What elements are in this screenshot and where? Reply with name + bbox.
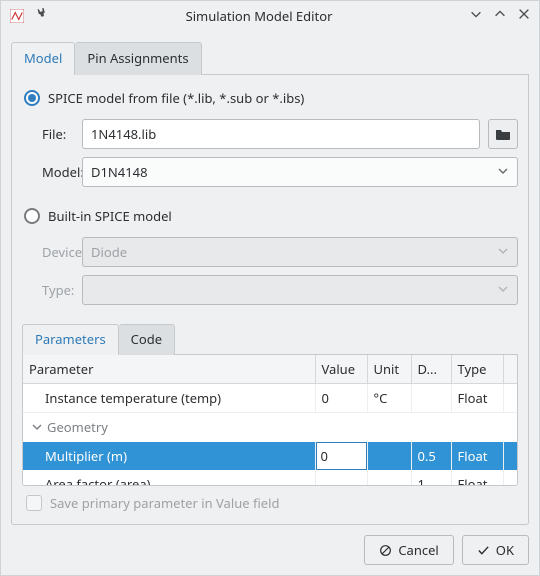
group-label: Geometry <box>47 418 108 436</box>
ok-button-label: OK <box>496 541 514 559</box>
pin-icon[interactable] <box>35 7 49 25</box>
app-icon <box>9 8 25 24</box>
param-name[interactable]: Area factor (area) <box>23 470 315 486</box>
device-combo: Diode <box>82 237 518 267</box>
cancel-icon <box>379 544 392 557</box>
param-unit: °C <box>367 384 411 413</box>
tab-pin-assignments[interactable]: Pin Assignments <box>75 42 201 75</box>
table-group-row[interactable]: Geometry <box>23 413 517 443</box>
col-spacer <box>503 355 517 384</box>
minimize-icon[interactable] <box>469 7 483 25</box>
col-default[interactable]: D... <box>411 355 451 384</box>
model-combo-value: D1N4148 <box>91 163 148 181</box>
file-label: File: <box>22 125 74 143</box>
check-icon <box>477 544 490 557</box>
maximize-icon[interactable] <box>493 7 507 25</box>
cancel-button[interactable]: Cancel <box>364 535 453 565</box>
chevron-down-icon <box>497 163 509 181</box>
model-tab-body: SPICE model from file (*.lib, *.sub or *… <box>11 75 529 525</box>
tab-model[interactable]: Model <box>11 42 75 75</box>
main-tabstrip: Model Pin Assignments <box>11 41 529 75</box>
file-input[interactable] <box>82 119 480 149</box>
type-label: Type: <box>22 281 74 299</box>
model-combo[interactable]: D1N4148 <box>82 157 518 187</box>
table-row[interactable]: Area factor (area) 1Float <box>23 470 517 486</box>
param-unit <box>367 442 411 470</box>
param-value[interactable]: 0 <box>315 384 367 413</box>
param-default <box>411 384 451 413</box>
param-type: Float <box>451 470 503 486</box>
param-type: Float <box>451 442 503 470</box>
radio-builtin-label: Built-in SPICE model <box>48 207 172 225</box>
tab-code[interactable]: Code <box>119 324 175 355</box>
param-default: 0.5 <box>411 442 451 470</box>
device-label: Device: <box>22 243 74 261</box>
param-type: Float <box>451 384 503 413</box>
cell-spacer <box>503 470 517 486</box>
radio-from-file-label: SPICE model from file (*.lib, *.sub or *… <box>48 89 304 107</box>
param-value[interactable] <box>315 470 367 486</box>
table-row[interactable]: Multiplier (m) 0.5Float <box>23 442 517 470</box>
save-primary-row: Save primary parameter in Value field <box>22 486 518 514</box>
browse-file-button[interactable] <box>488 119 518 149</box>
param-name[interactable]: Multiplier (m) <box>23 442 315 470</box>
type-combo <box>82 275 518 305</box>
table-header-row: Parameter Value Unit D... Type <box>23 355 517 384</box>
param-value[interactable] <box>315 442 367 470</box>
radio-builtin[interactable] <box>24 208 40 224</box>
inner-tabstrip: Parameters Code <box>22 323 518 355</box>
cell-spacer <box>503 442 517 470</box>
param-default: 1 <box>411 470 451 486</box>
chevron-down-icon <box>497 243 509 261</box>
col-value[interactable]: Value <box>315 355 367 384</box>
content-area: Model Pin Assignments SPICE model from f… <box>1 31 539 525</box>
table-row[interactable]: Instance temperature (temp)0°C Float <box>23 384 517 413</box>
close-icon[interactable] <box>517 7 531 25</box>
title-bar: Simulation Model Editor <box>1 1 539 31</box>
col-type[interactable]: Type <box>451 355 503 384</box>
model-label: Model: <box>22 163 74 181</box>
cancel-button-label: Cancel <box>398 541 438 559</box>
cell-spacer <box>503 384 517 413</box>
chevron-down-icon <box>497 281 509 299</box>
param-name[interactable]: Instance temperature (temp) <box>23 384 315 413</box>
parameters-panel: Parameter Value Unit D... Type Instance … <box>22 355 518 486</box>
save-primary-checkbox <box>26 495 42 511</box>
radio-from-file[interactable] <box>24 90 40 106</box>
device-combo-value: Diode <box>91 243 127 261</box>
dialog-footer: Cancel OK <box>1 525 539 575</box>
parameters-table: Parameter Value Unit D... Type Instance … <box>23 355 517 486</box>
param-unit <box>367 470 411 486</box>
radio-builtin-row[interactable]: Built-in SPICE model <box>24 207 518 225</box>
col-parameter[interactable]: Parameter <box>23 355 315 384</box>
col-unit[interactable]: Unit <box>367 355 411 384</box>
param-value-input[interactable] <box>316 442 367 470</box>
tab-parameters[interactable]: Parameters <box>22 324 119 355</box>
ok-button[interactable]: OK <box>462 535 529 565</box>
chevron-down-icon <box>31 421 43 433</box>
window-title: Simulation Model Editor <box>49 7 469 25</box>
save-primary-label: Save primary parameter in Value field <box>50 494 279 512</box>
radio-from-file-row[interactable]: SPICE model from file (*.lib, *.sub or *… <box>24 89 518 107</box>
